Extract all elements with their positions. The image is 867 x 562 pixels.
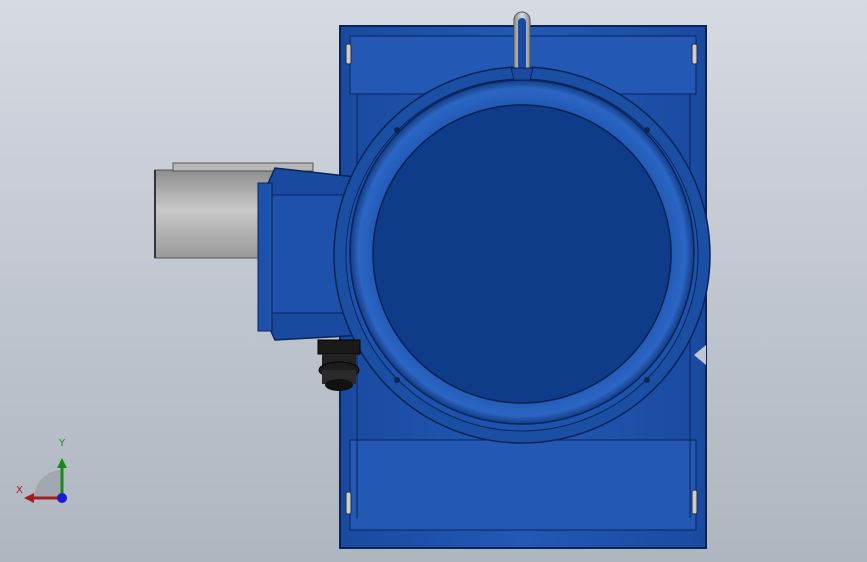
model-view[interactable] <box>0 0 867 562</box>
y-axis-label: Y <box>59 438 66 449</box>
triad-plane <box>34 470 62 498</box>
round-cover[interactable] <box>333 66 711 444</box>
y-axis-arrow <box>57 458 67 468</box>
coordinate-triad: Y X <box>14 438 84 510</box>
triad-axes <box>24 458 67 503</box>
cable-gland[interactable] <box>317 339 361 391</box>
lifting-eye-hook[interactable] <box>510 11 534 81</box>
x-axis-label: X <box>16 485 23 496</box>
cad-viewport[interactable]: Y X <box>0 0 867 562</box>
x-axis-arrow <box>24 493 34 503</box>
z-axis-point <box>57 493 67 503</box>
